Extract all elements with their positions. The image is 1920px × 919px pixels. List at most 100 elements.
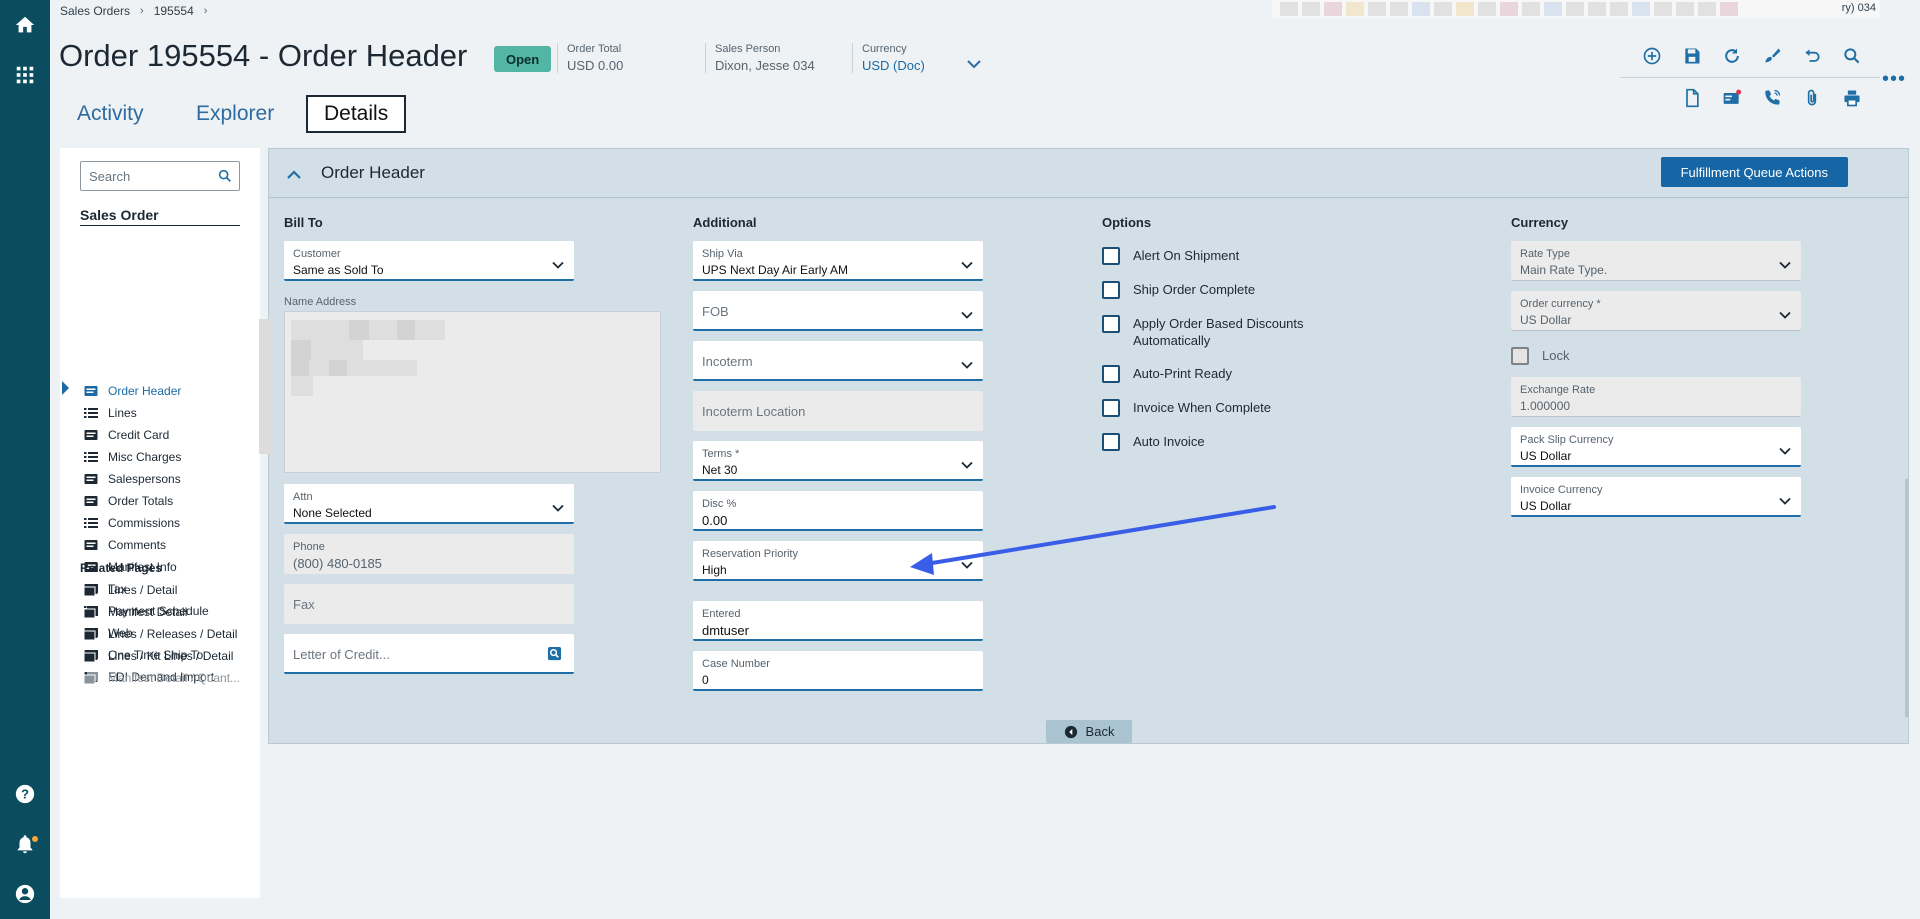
save-icon[interactable] <box>1680 44 1704 68</box>
tab-activity[interactable]: Activity <box>61 95 160 133</box>
sidebar-item-order-totals[interactable]: Order Totals <box>84 491 173 511</box>
related-page-lines-kit-lines-detail[interactable]: Lines / Kit Lines / Detail <box>84 646 233 666</box>
terms-value: Net 30 <box>702 463 738 477</box>
customer-select[interactable]: Customer Same as Sold To <box>284 241 574 281</box>
ship-order-complete-checkbox[interactable]: Ship Order Complete <box>1102 281 1333 299</box>
related-page-lines-detail[interactable]: Lines / Detail <box>84 580 177 600</box>
chevron-down-icon[interactable] <box>961 306 973 319</box>
order-header-panel: Order Header Fulfillment Queue Actions B… <box>259 148 1909 744</box>
checkbox-icon[interactable] <box>1102 433 1120 451</box>
auto-invoice-checkbox[interactable]: Auto Invoice <box>1102 433 1333 451</box>
checkbox-icon[interactable] <box>1511 347 1529 365</box>
document-icon[interactable] <box>1680 86 1704 110</box>
invoice-when-complete-checkbox[interactable]: Invoice When Complete <box>1102 399 1333 417</box>
breadcrumb-order-number[interactable]: 195554 <box>154 4 194 18</box>
additional-heading: Additional <box>693 215 757 230</box>
card-icon[interactable] <box>1720 86 1744 110</box>
alert-on-shipment-checkbox[interactable]: Alert On Shipment <box>1102 247 1333 265</box>
terms-select[interactable]: Terms * Net 30 <box>693 441 983 481</box>
rate-type-select[interactable]: Rate Type Main Rate Type. <box>1511 241 1801 281</box>
sidebar-item-order-header[interactable]: Order Header <box>84 381 181 401</box>
refresh-icon[interactable] <box>1720 44 1744 68</box>
lookup-icon[interactable] <box>547 646 562 661</box>
sidebar-item-misc-charges[interactable]: Misc Charges <box>84 447 181 467</box>
rate-type-value: Main Rate Type. <box>1520 263 1608 277</box>
chevron-down-icon[interactable] <box>1779 492 1791 505</box>
sidebar-item-credit-card[interactable]: Credit Card <box>84 425 169 445</box>
search-box[interactable] <box>80 161 240 191</box>
tab-explorer[interactable]: Explorer <box>180 95 290 133</box>
add-icon[interactable] <box>1640 44 1664 68</box>
fob-select[interactable]: FOB <box>693 291 983 331</box>
name-address-textarea[interactable] <box>284 311 661 473</box>
chevron-down-icon[interactable] <box>552 499 564 512</box>
invoice-currency-value: US Dollar <box>1520 499 1572 513</box>
redacted-block <box>329 360 347 376</box>
help-icon[interactable]: ? <box>0 776 50 812</box>
panel-scrollbar[interactable] <box>1905 479 1909 717</box>
auto-invoice-label: Auto Invoice <box>1133 434 1205 449</box>
checkbox-icon[interactable] <box>1102 281 1120 299</box>
sidebar-item-comments[interactable]: Comments <box>84 535 166 555</box>
checkbox-icon[interactable] <box>1102 247 1120 265</box>
tab-details[interactable]: Details <box>306 95 407 133</box>
search-input[interactable] <box>89 168 209 184</box>
back-button[interactable]: Back <box>1046 720 1132 743</box>
sidebar-item-commissions[interactable]: Commissions <box>84 513 180 533</box>
breadcrumb-separator: › <box>203 5 208 17</box>
user-profile-icon[interactable] <box>0 876 50 912</box>
checkbox-icon[interactable] <box>1102 399 1120 417</box>
search-icon[interactable] <box>1840 44 1864 68</box>
chevron-down-icon[interactable] <box>552 256 564 269</box>
chevron-up-icon[interactable] <box>287 167 301 179</box>
checkbox-icon[interactable] <box>1102 365 1120 383</box>
apps-grid-icon[interactable] <box>0 57 50 93</box>
currency-field[interactable]: Currency USD (Doc) <box>852 43 925 73</box>
related-page-manifest-detail[interactable]: Manifest Detail <box>84 602 187 622</box>
breadcrumb-sales-orders[interactable]: Sales Orders <box>60 4 130 18</box>
checkbox-icon[interactable] <box>1102 315 1120 333</box>
redacted-block <box>291 360 309 376</box>
related-page-lines-releases-detail[interactable]: Lines / Releases / Detail <box>84 624 237 644</box>
clear-icon[interactable] <box>1760 44 1784 68</box>
ship-via-select[interactable]: Ship Via UPS Next Day Air Early AM <box>693 241 983 281</box>
sidebar-item-salespersons[interactable]: Salespersons <box>84 469 181 489</box>
search-icon[interactable] <box>217 168 233 184</box>
home-icon[interactable] <box>0 7 50 43</box>
chevron-down-icon[interactable] <box>1779 256 1791 269</box>
phone-icon[interactable] <box>1760 86 1784 110</box>
currency-value[interactable]: USD (Doc) <box>862 58 925 73</box>
pack-slip-currency-select[interactable]: Pack Slip Currency US Dollar <box>1511 427 1801 467</box>
undo-icon[interactable] <box>1800 44 1824 68</box>
incoterm-select[interactable]: Incoterm <box>693 341 983 381</box>
case-number-field[interactable]: Case Number 0 <box>693 651 983 691</box>
bell-icon[interactable] <box>0 826 50 862</box>
entered-field[interactable]: Entered dmtuser <box>693 601 983 641</box>
print-icon[interactable] <box>1840 86 1864 110</box>
letter-of-credit-field[interactable]: Letter of Credit... <box>284 634 574 674</box>
chevron-down-icon[interactable] <box>961 356 973 369</box>
chevron-down-icon[interactable] <box>967 56 981 69</box>
chevron-down-icon[interactable] <box>1779 442 1791 455</box>
sidebar-item-lines[interactable]: Lines <box>84 403 137 423</box>
incoterm-location-field: Incoterm Location <box>693 391 983 431</box>
chevron-down-icon[interactable] <box>1779 306 1791 319</box>
paperclip-icon[interactable] <box>1800 86 1824 110</box>
incoterm-location-placeholder: Incoterm Location <box>702 404 806 419</box>
side-navigation: Sales Order Order Header Lines Credit Card… <box>60 148 260 898</box>
disc-percent-field[interactable]: Disc % 0.00 <box>693 491 983 531</box>
chevron-down-icon[interactable] <box>961 556 973 569</box>
order-total-field: Order Total USD 0.00 <box>557 43 623 73</box>
attn-select[interactable]: Attn None Selected <box>284 484 574 524</box>
reservation-priority-select[interactable]: Reservation Priority High <box>693 541 983 581</box>
apply-order-discounts-checkbox[interactable]: Apply Order Based Discounts Automaticall… <box>1102 315 1333 349</box>
chevron-down-icon[interactable] <box>961 256 973 269</box>
fulfillment-queue-actions-button[interactable]: Fulfillment Queue Actions <box>1660 157 1848 187</box>
panel-header: Order Header Fulfillment Queue Actions <box>269 149 1908 198</box>
more-options-icon[interactable]: ••• <box>1882 68 1906 91</box>
chevron-down-icon[interactable] <box>961 456 973 469</box>
lock-checkbox[interactable]: Lock <box>1511 347 1742 365</box>
auto-print-ready-checkbox[interactable]: Auto-Print Ready <box>1102 365 1333 383</box>
order-currency-select[interactable]: Order currency * US Dollar <box>1511 291 1801 331</box>
invoice-currency-select[interactable]: Invoice Currency US Dollar <box>1511 477 1801 517</box>
